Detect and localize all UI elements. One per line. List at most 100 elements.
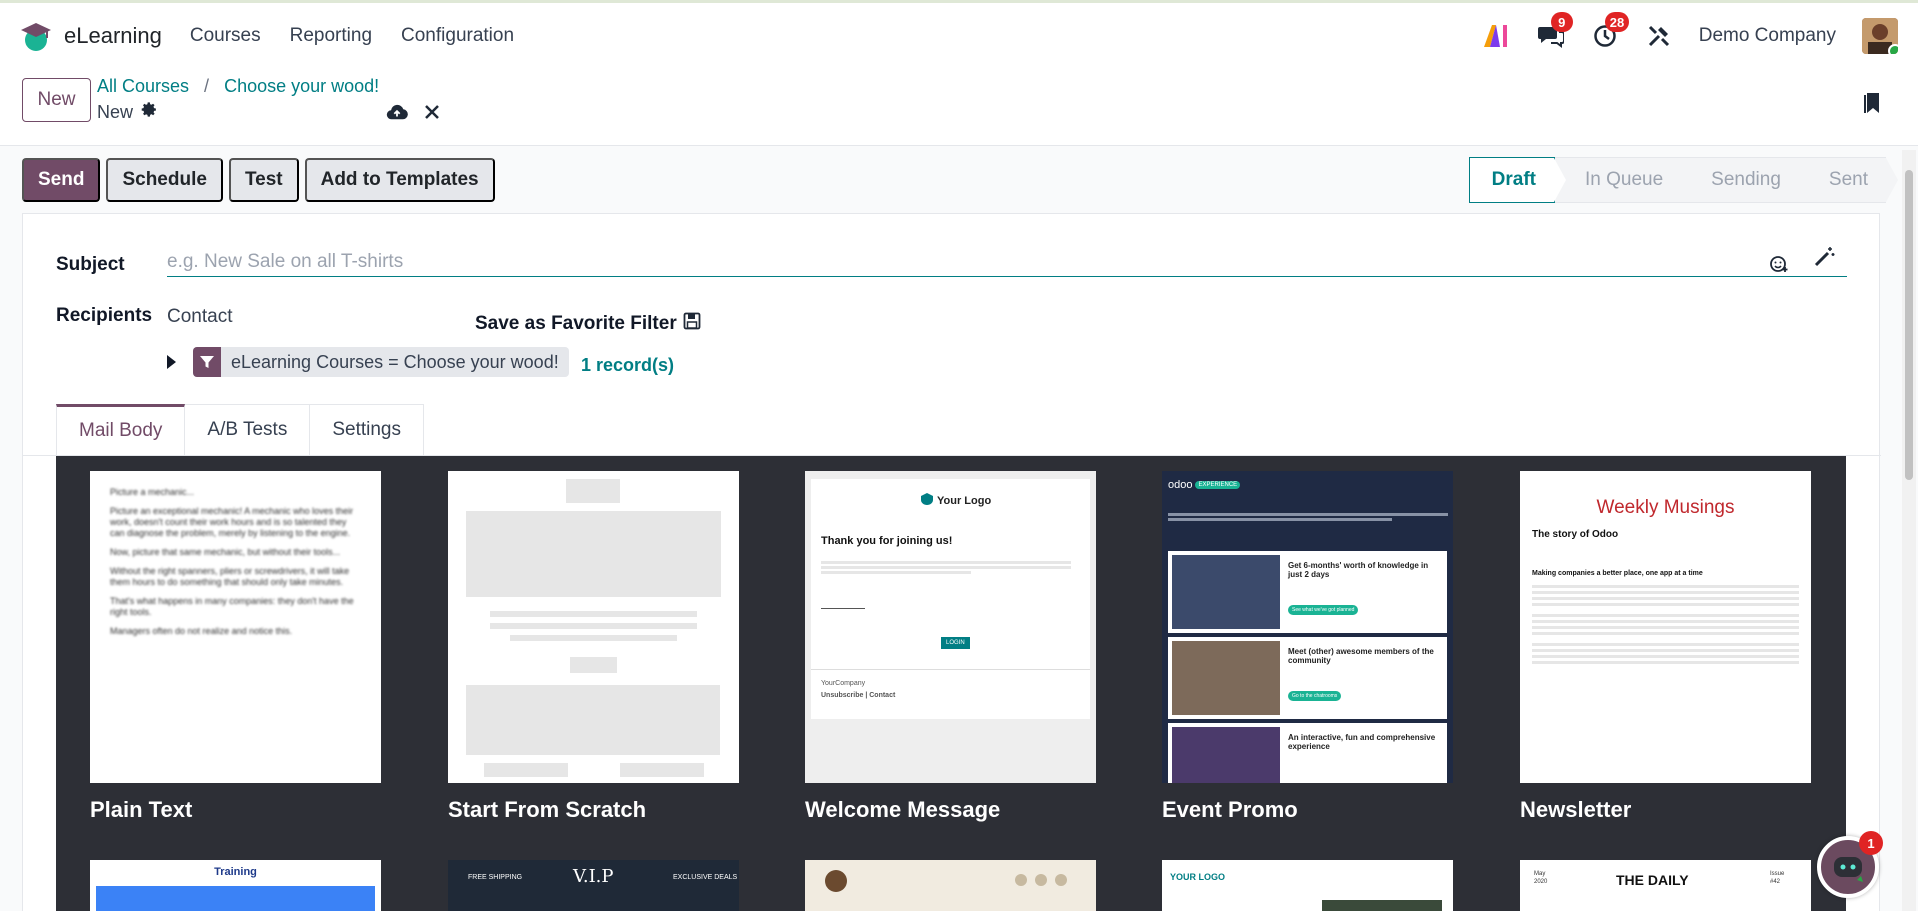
stage-sent[interactable]: Sent bbox=[1798, 157, 1899, 203]
vip-exclusive: EXCLUSIVE DEALS bbox=[673, 874, 738, 881]
plain-line: Picture an exceptional mechanic! A mecha… bbox=[110, 506, 354, 538]
template-name: Welcome Message bbox=[805, 797, 1001, 822]
save-cloud-icon[interactable] bbox=[386, 103, 408, 126]
messages-badge: 9 bbox=[1550, 12, 1573, 32]
expand-domain-caret-icon[interactable] bbox=[167, 355, 176, 369]
plain-line: Without the right spanners, pliers or sc… bbox=[110, 566, 350, 587]
event-block-1: Get 6-months' worth of knowledge in just… bbox=[1288, 561, 1429, 579]
tab-settings[interactable]: Settings bbox=[310, 404, 424, 456]
template-start-from-scratch[interactable]: Start From Scratch bbox=[448, 471, 739, 823]
template-name: Event Promo bbox=[1162, 797, 1298, 822]
welcome-company: YourCompany bbox=[821, 680, 866, 687]
control-panel: New All Courses / Choose your wood! New bbox=[0, 69, 1918, 146]
template-thumbnail bbox=[448, 471, 739, 783]
bookmark-icon[interactable] bbox=[1864, 91, 1882, 120]
chatbot-badge: 1 bbox=[1859, 831, 1883, 855]
floppy-disk-icon bbox=[683, 312, 701, 336]
form-sheet: Subject Recipients Contact Save as Favor… bbox=[22, 213, 1881, 911]
magic-wand-icon[interactable] bbox=[1813, 246, 1835, 273]
logo-shield-icon bbox=[921, 493, 933, 508]
plain-line: Now, picture that same mechanic, but wit… bbox=[110, 547, 341, 557]
test-button[interactable]: Test bbox=[228, 158, 299, 202]
user-avatar[interactable] bbox=[1862, 18, 1898, 54]
tab-ab-tests[interactable]: A/B Tests bbox=[185, 404, 311, 456]
breadcrumb-all-courses[interactable]: All Courses bbox=[97, 76, 189, 96]
record-title: New bbox=[97, 101, 158, 123]
event-block-3: An interactive, fun and comprehensive ex… bbox=[1288, 733, 1436, 751]
template-thumbnail: odoo EXPERIENCE Get 6-months' worth of k… bbox=[1162, 471, 1453, 783]
notebook-tabs: Mail Body A/B Tests Settings bbox=[56, 404, 424, 456]
messages-icon[interactable]: 9 bbox=[1537, 12, 1573, 50]
daily-issue-no: #42 bbox=[1770, 879, 1781, 885]
vip-free-shipping: FREE SHIPPING bbox=[468, 874, 523, 881]
stage-sending[interactable]: Sending bbox=[1681, 157, 1811, 203]
welcome-login-button: LOGIN bbox=[941, 637, 970, 649]
newsletter-title: Weekly Musings bbox=[1596, 497, 1735, 518]
your-logo-label: YOUR LOGO bbox=[1170, 872, 1226, 882]
menu-configuration[interactable]: Configuration bbox=[401, 25, 514, 47]
domain-filter-chip[interactable]: eLearning Courses = Choose your wood! bbox=[193, 347, 569, 377]
plain-line: Managers often do not realize and notice… bbox=[110, 626, 293, 636]
subject-input[interactable] bbox=[167, 247, 1847, 277]
breadcrumb-course[interactable]: Choose your wood! bbox=[224, 76, 379, 96]
welcome-footer-links: Unsubscribe | Contact bbox=[821, 692, 896, 699]
emoji-icon[interactable] bbox=[1769, 254, 1789, 279]
template-thumbnail: Picture a mechanic... Picture an excepti… bbox=[90, 471, 381, 783]
stage-in-queue[interactable]: In Queue bbox=[1555, 157, 1694, 203]
save-favorite-filter-button[interactable]: Save as Favorite Filter bbox=[475, 312, 701, 336]
discard-close-icon[interactable] bbox=[424, 104, 440, 125]
filter-funnel-icon bbox=[193, 347, 221, 377]
activities-badge: 28 bbox=[1604, 12, 1630, 32]
top-navbar: eLearning Courses Reporting Configuratio… bbox=[0, 0, 1918, 69]
new-button[interactable]: New bbox=[22, 78, 91, 122]
template-newsletter[interactable]: Weekly Musings The story of Odoo Making … bbox=[1520, 471, 1811, 823]
daily-month: May bbox=[1534, 871, 1546, 877]
menu-reporting[interactable]: Reporting bbox=[290, 25, 372, 47]
plain-line: That's what happens in many companies: t… bbox=[110, 596, 354, 617]
gear-icon[interactable] bbox=[141, 101, 158, 123]
template-vip[interactable]: FREE SHIPPING V.I.P EXCLUSIVE DEALS bbox=[448, 860, 739, 911]
company-switcher[interactable]: Demo Company bbox=[1699, 25, 1836, 47]
template-gallery: Picture a mechanic... Picture an excepti… bbox=[56, 456, 1846, 911]
breadcrumb: All Courses / Choose your wood! bbox=[97, 76, 379, 97]
welcome-heading: Thank you for joining us! bbox=[821, 535, 953, 547]
app-name[interactable]: eLearning bbox=[64, 23, 162, 49]
tools-icon[interactable] bbox=[1645, 22, 1673, 50]
template-welcome-message[interactable]: Your Logo Thank you for joining us! LOGI… bbox=[805, 471, 1096, 823]
breadcrumb-separator: / bbox=[204, 76, 210, 96]
daily-year: 2020 bbox=[1534, 879, 1548, 885]
ai-icon[interactable] bbox=[1483, 22, 1511, 50]
template-plain-text[interactable]: Picture a mechanic... Picture an excepti… bbox=[90, 471, 381, 823]
schedule-button[interactable]: Schedule bbox=[106, 158, 223, 202]
send-button[interactable]: Send bbox=[22, 158, 101, 202]
online-status-dot bbox=[1888, 44, 1898, 54]
event-block-2: Meet (other) awesome members of the comm… bbox=[1288, 647, 1434, 665]
template-the-daily[interactable]: May 2020 THE DAILY Issue #42 bbox=[1520, 860, 1811, 911]
training-label: Training bbox=[214, 866, 257, 878]
welcome-logo-text: Your Logo bbox=[937, 494, 992, 507]
event-tag: EXPERIENCE bbox=[1195, 481, 1241, 489]
menu-courses[interactable]: Courses bbox=[190, 25, 261, 47]
stage-draft[interactable]: Draft bbox=[1468, 157, 1567, 203]
tab-mail-body[interactable]: Mail Body bbox=[56, 404, 186, 456]
template-name: Plain Text bbox=[90, 797, 193, 822]
template-event-promo[interactable]: odoo EXPERIENCE Get 6-months' worth of k… bbox=[1162, 471, 1453, 823]
event-brand: odoo bbox=[1168, 479, 1193, 491]
template-coffee[interactable] bbox=[805, 860, 1096, 911]
scrollbar-thumb[interactable] bbox=[1905, 170, 1913, 480]
daily-title: THE DAILY bbox=[1616, 872, 1689, 888]
record-count-link[interactable]: 1 record(s) bbox=[581, 355, 674, 376]
action-bar: Send Schedule Test Add to Templates bbox=[22, 158, 495, 202]
template-training[interactable]: Training bbox=[90, 860, 381, 911]
event-cta-2: Go to the chatrooms bbox=[1288, 691, 1342, 701]
plain-line: Picture a mechanic... bbox=[110, 487, 195, 497]
template-thumbnail: Weekly Musings The story of Odoo Making … bbox=[1520, 471, 1811, 783]
recipients-model-select[interactable]: Contact bbox=[167, 306, 232, 328]
template-your-logo[interactable]: YOUR LOGO bbox=[1162, 860, 1453, 911]
activities-clock-icon[interactable]: 28 bbox=[1591, 12, 1630, 50]
graduation-cap-icon[interactable] bbox=[20, 20, 52, 52]
page-scrollbar[interactable] bbox=[1902, 150, 1916, 911]
add-to-templates-button[interactable]: Add to Templates bbox=[304, 158, 495, 202]
template-name: Newsletter bbox=[1520, 797, 1632, 822]
daily-issue: Issue bbox=[1770, 871, 1785, 877]
